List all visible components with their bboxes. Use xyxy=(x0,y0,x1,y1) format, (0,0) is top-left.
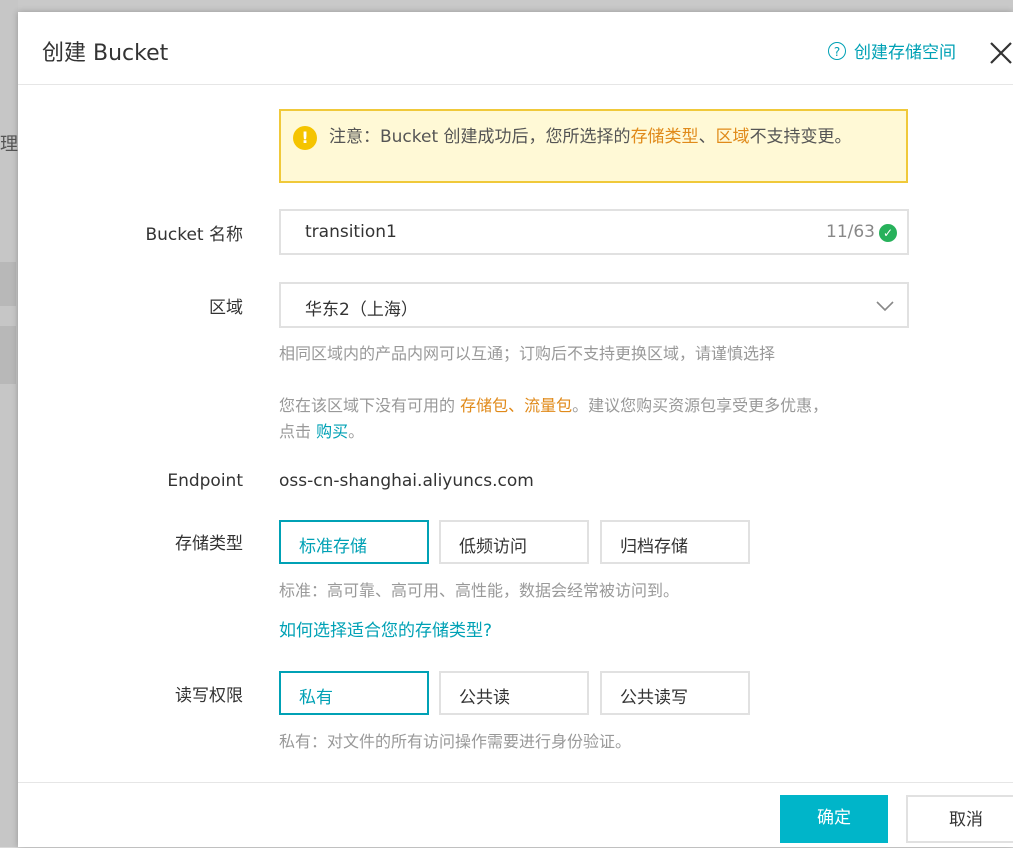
acl-hint: 私有：对文件的所有访问操作需要进行身份验证。 xyxy=(279,732,632,751)
warning-notice: ! 注意：Bucket 创建成功后，您所选择的存储类型、区域不支持变更。 xyxy=(279,109,908,183)
help-circle-icon: ? xyxy=(828,41,846,60)
bucket-name-label: Bucket 名称 xyxy=(145,225,243,245)
storage-option-ia[interactable]: 低频访问 xyxy=(439,520,589,564)
create-bucket-help-link[interactable]: ? 创建存储空间 xyxy=(828,38,956,63)
background-sidebar-item xyxy=(0,326,16,384)
storage-class-label: 存储类型 xyxy=(175,534,243,554)
check-circle-icon: ✓ xyxy=(879,224,897,242)
resource-package-hint: 您在该区域下没有可用的 存储包、流量包。建议您购买资源包享受更多优惠， 点击 购买… xyxy=(279,393,909,445)
region-hint: 相同区域内的产品内网可以互通；订购后不支持更换区域，请谨慎选择 xyxy=(279,344,776,363)
pkg-sep: 、 xyxy=(508,396,525,415)
storage-class-help-link[interactable]: 如何选择适合您的存储类型? xyxy=(279,618,492,644)
close-icon[interactable] xyxy=(988,40,1013,66)
notice-storage-type: 存储类型 xyxy=(630,127,699,147)
acl-label: 读写权限 xyxy=(175,686,243,706)
storage-option-archive[interactable]: 归档存储 xyxy=(600,520,750,564)
pkg-prefix: 您在该区域下没有可用的 xyxy=(279,396,461,415)
bucket-name-value: transition1 xyxy=(305,222,397,242)
pkg-mid: 。建议您购买资源包享受更多优惠， xyxy=(572,396,829,415)
endpoint-value: oss-cn-shanghai.aliyuncs.com xyxy=(279,471,534,491)
acl-option-public-read-write[interactable]: 公共读写 xyxy=(600,671,750,715)
bucket-name-input[interactable]: transition1 11/63 ✓ xyxy=(279,209,909,255)
storage-option-standard[interactable]: 标准存储 xyxy=(279,520,429,564)
background-sidebar-item xyxy=(0,262,16,306)
notice-region: 区域 xyxy=(715,127,750,147)
notice-text: 注意：Bucket 创建成功后，您所选择的存储类型、区域不支持变更。 xyxy=(329,125,859,150)
dialog-header: 创建 Bucket ? 创建存储空间 xyxy=(18,12,1013,85)
dialog-footer: 确定 取消 xyxy=(18,782,1013,848)
storage-package-link[interactable]: 存储包 xyxy=(460,396,508,415)
background-sidebar: 理 xyxy=(0,0,18,847)
endpoint-label: Endpoint xyxy=(167,471,243,491)
notice-sep: 、 xyxy=(698,127,716,147)
create-bucket-dialog: 创建 Bucket ? 创建存储空间 ! 注意：Bucket 创建成功后，您所选… xyxy=(18,12,1013,847)
pkg-end: 。 xyxy=(348,422,365,441)
pkg-line2: 点击 xyxy=(279,422,317,441)
notice-prefix: 注意：Bucket 创建成功后，您所选择的 xyxy=(329,127,631,147)
region-label: 区域 xyxy=(209,298,243,318)
dialog-title: 创建 Bucket xyxy=(42,41,169,66)
chevron-down-icon xyxy=(876,301,894,312)
confirm-button[interactable]: 确定 xyxy=(780,795,888,843)
background-sidebar-text: 理 xyxy=(0,134,18,155)
warning-icon: ! xyxy=(293,126,317,150)
cancel-button[interactable]: 取消 xyxy=(906,795,1013,843)
storage-class-hint: 标准：高可靠、高可用、高性能，数据会经常被访问到。 xyxy=(279,581,680,600)
bucket-name-counter: 11/63 xyxy=(826,222,875,242)
buy-link[interactable]: 购买 xyxy=(316,422,348,441)
notice-suffix: 不支持变更。 xyxy=(749,127,852,147)
traffic-package-link[interactable]: 流量包 xyxy=(524,396,572,415)
background-topbar xyxy=(0,0,1013,12)
acl-option-public-read[interactable]: 公共读 xyxy=(439,671,589,715)
help-link-label: 创建存储空间 xyxy=(854,43,956,63)
acl-option-private[interactable]: 私有 xyxy=(279,671,429,715)
region-value: 华东2（上海） xyxy=(305,300,418,320)
region-select[interactable]: 华东2（上海） xyxy=(279,282,909,328)
